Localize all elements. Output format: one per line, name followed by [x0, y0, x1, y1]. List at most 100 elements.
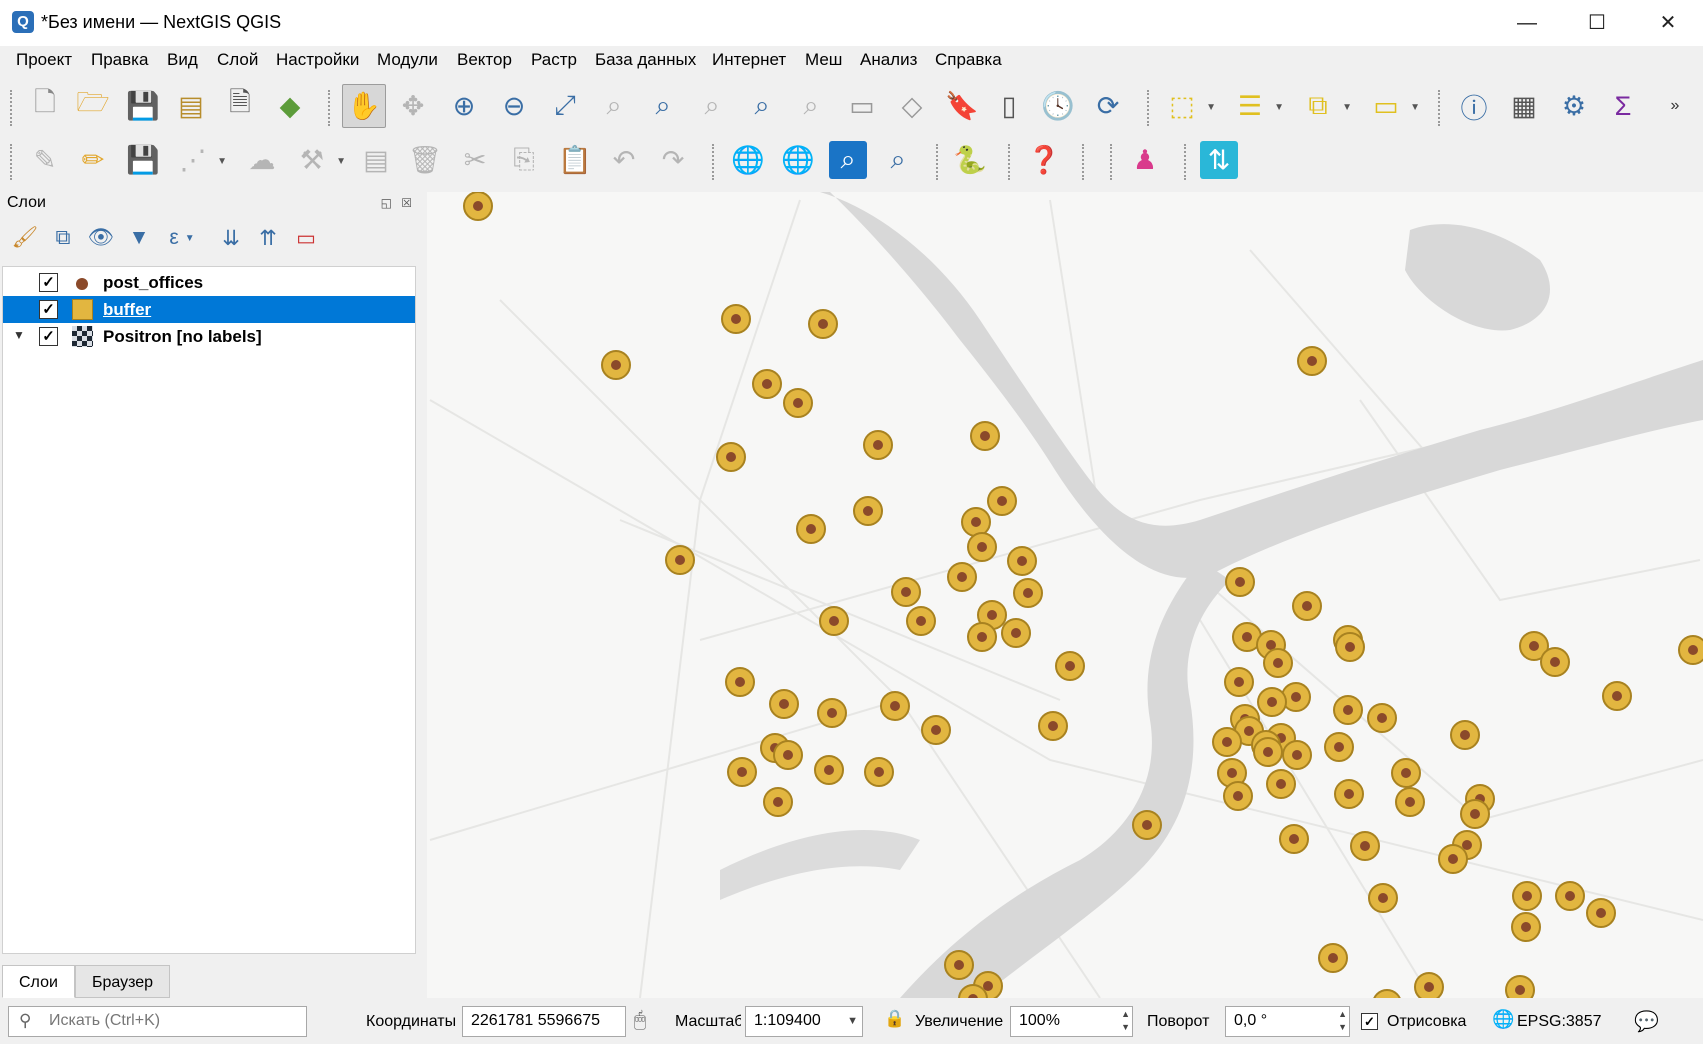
crs-status[interactable]: EPSG:3857 — [1517, 1013, 1602, 1031]
menu-mesh[interactable]: Меш — [805, 50, 842, 70]
open-styling-icon[interactable]: 🖌 — [10, 223, 40, 253]
select-features-icon[interactable]: ⬚ ▼ — [1160, 84, 1216, 128]
menu-layer[interactable]: Слой — [217, 50, 258, 70]
add-web-layer-icon[interactable]: 🌐 — [726, 138, 770, 182]
post-office-feature[interactable] — [1333, 695, 1363, 725]
crs-globe-icon[interactable]: 🌐 — [1492, 1009, 1514, 1030]
post-office-point[interactable] — [731, 314, 741, 324]
post-office-feature[interactable] — [863, 430, 893, 460]
post-office-point[interactable] — [762, 379, 772, 389]
post-office-point[interactable] — [1360, 841, 1370, 851]
post-office-point[interactable] — [1596, 908, 1606, 918]
post-office-point[interactable] — [1377, 713, 1387, 723]
statistics-sum-icon[interactable]: Σ — [1601, 84, 1645, 128]
toolbar-handle[interactable] — [1184, 144, 1188, 180]
post-office-feature[interactable] — [817, 698, 847, 728]
post-office-point[interactable] — [827, 708, 837, 718]
layer-row-post-offices[interactable]: ✓ post_offices — [3, 269, 415, 296]
post-office-point[interactable] — [1267, 697, 1277, 707]
post-office-feature[interactable] — [1505, 975, 1535, 998]
chevron-down-icon[interactable]: ▼ — [847, 1015, 858, 1027]
post-office-point[interactable] — [1550, 657, 1560, 667]
post-office-feature[interactable] — [1279, 824, 1309, 854]
post-office-point[interactable] — [818, 319, 828, 329]
post-office-feature[interactable] — [819, 606, 849, 636]
filter-legend-icon[interactable]: ▼ — [124, 223, 154, 253]
messages-icon[interactable]: 💬 — [1634, 1009, 1659, 1034]
post-office-point[interactable] — [1235, 577, 1245, 587]
post-office-feature[interactable] — [891, 577, 921, 607]
processing-toolbox-icon[interactable]: ⚙ — [1552, 84, 1596, 128]
zoom-next-icon[interactable]: ⌕ — [789, 84, 833, 128]
post-office-point[interactable] — [1273, 658, 1283, 668]
post-office-point[interactable] — [806, 524, 816, 534]
post-office-feature[interactable] — [769, 689, 799, 719]
select-by-location-icon[interactable]: ▭ ▼ — [1364, 84, 1420, 128]
post-office-feature[interactable] — [1512, 881, 1542, 911]
post-office-feature[interactable] — [1224, 667, 1254, 697]
save-layer-edits-icon[interactable]: 💾 — [121, 138, 165, 182]
post-office-point[interactable] — [890, 701, 900, 711]
menu-raster[interactable]: Растр — [531, 50, 577, 70]
post-office-feature[interactable] — [880, 691, 910, 721]
spinbox-arrows-icon[interactable]: ▲ ▼ — [1121, 1008, 1130, 1034]
toolbar-handle[interactable] — [10, 90, 14, 126]
layer-visibility-checkbox[interactable]: ✓ — [39, 273, 58, 292]
post-office-point[interactable] — [957, 572, 967, 582]
deselect-all-icon[interactable]: ⧉ ▼ — [1296, 84, 1352, 128]
post-office-feature[interactable] — [463, 192, 493, 221]
post-office-point[interactable] — [977, 542, 987, 552]
post-office-point[interactable] — [675, 555, 685, 565]
post-office-feature[interactable] — [1395, 787, 1425, 817]
menu-help[interactable]: Справка — [935, 50, 1002, 70]
map-canvas[interactable] — [427, 192, 1703, 998]
toolbar-handle[interactable] — [1438, 90, 1442, 126]
layer-name[interactable]: Positron [no labels] — [103, 327, 262, 347]
post-office-feature[interactable] — [601, 350, 631, 380]
toolbar-handle[interactable] — [1110, 144, 1114, 180]
magnifier-field[interactable]: 100% ▲ ▼ — [1010, 1006, 1133, 1037]
post-office-point[interactable] — [997, 496, 1007, 506]
zoom-to-layer-icon[interactable]: ⌕ — [641, 84, 685, 128]
delete-selected-icon[interactable]: 🗑 — [403, 138, 447, 182]
post-office-point[interactable] — [971, 517, 981, 527]
current-edits-icon[interactable]: ✎ — [23, 138, 67, 182]
post-office-feature[interactable] — [961, 507, 991, 537]
post-office-point[interactable] — [1291, 692, 1301, 702]
toolbar-handle[interactable] — [936, 144, 940, 180]
post-office-feature[interactable] — [1001, 618, 1031, 648]
coordinate-field[interactable]: 2261781 5596675 — [462, 1006, 626, 1037]
post-office-feature[interactable] — [783, 388, 813, 418]
post-office-point[interactable] — [793, 398, 803, 408]
post-office-feature[interactable] — [1282, 740, 1312, 770]
post-office-feature[interactable] — [1334, 779, 1364, 809]
post-office-point[interactable] — [1334, 742, 1344, 752]
lock-scale-icon[interactable]: 🔒 — [884, 1009, 905, 1029]
zoom-in-icon[interactable]: ⊕ — [442, 84, 486, 128]
post-office-point[interactable] — [954, 960, 964, 970]
pan-map-icon[interactable]: ✋ — [342, 84, 386, 128]
map-svg[interactable] — [427, 192, 1703, 998]
post-office-feature[interactable] — [1350, 831, 1380, 861]
post-office-feature[interactable] — [1038, 711, 1068, 741]
collapse-arrow-icon[interactable]: ▼ — [13, 328, 25, 342]
post-office-feature[interactable] — [1438, 844, 1468, 874]
post-office-point[interactable] — [473, 201, 483, 211]
post-office-point[interactable] — [1378, 893, 1388, 903]
help-icon[interactable]: ❓ — [1022, 138, 1066, 182]
post-office-point[interactable] — [1307, 356, 1317, 366]
post-office-point[interactable] — [980, 431, 990, 441]
zoom-out-icon[interactable]: ⊖ — [492, 84, 536, 128]
post-office-point[interactable] — [1460, 730, 1470, 740]
scale-field[interactable]: 1:109400 ▼ — [745, 1006, 863, 1037]
buffer-polygon[interactable] — [1373, 989, 1401, 998]
post-office-feature[interactable] — [1223, 781, 1253, 811]
post-office-point[interactable] — [1345, 642, 1355, 652]
post-office-point[interactable] — [726, 452, 736, 462]
post-office-point[interactable] — [1065, 661, 1075, 671]
post-office-point[interactable] — [1344, 789, 1354, 799]
post-office-point[interactable] — [1302, 601, 1312, 611]
post-office-feature[interactable] — [1511, 912, 1541, 942]
post-office-point[interactable] — [1233, 791, 1243, 801]
post-office-point[interactable] — [874, 767, 884, 777]
